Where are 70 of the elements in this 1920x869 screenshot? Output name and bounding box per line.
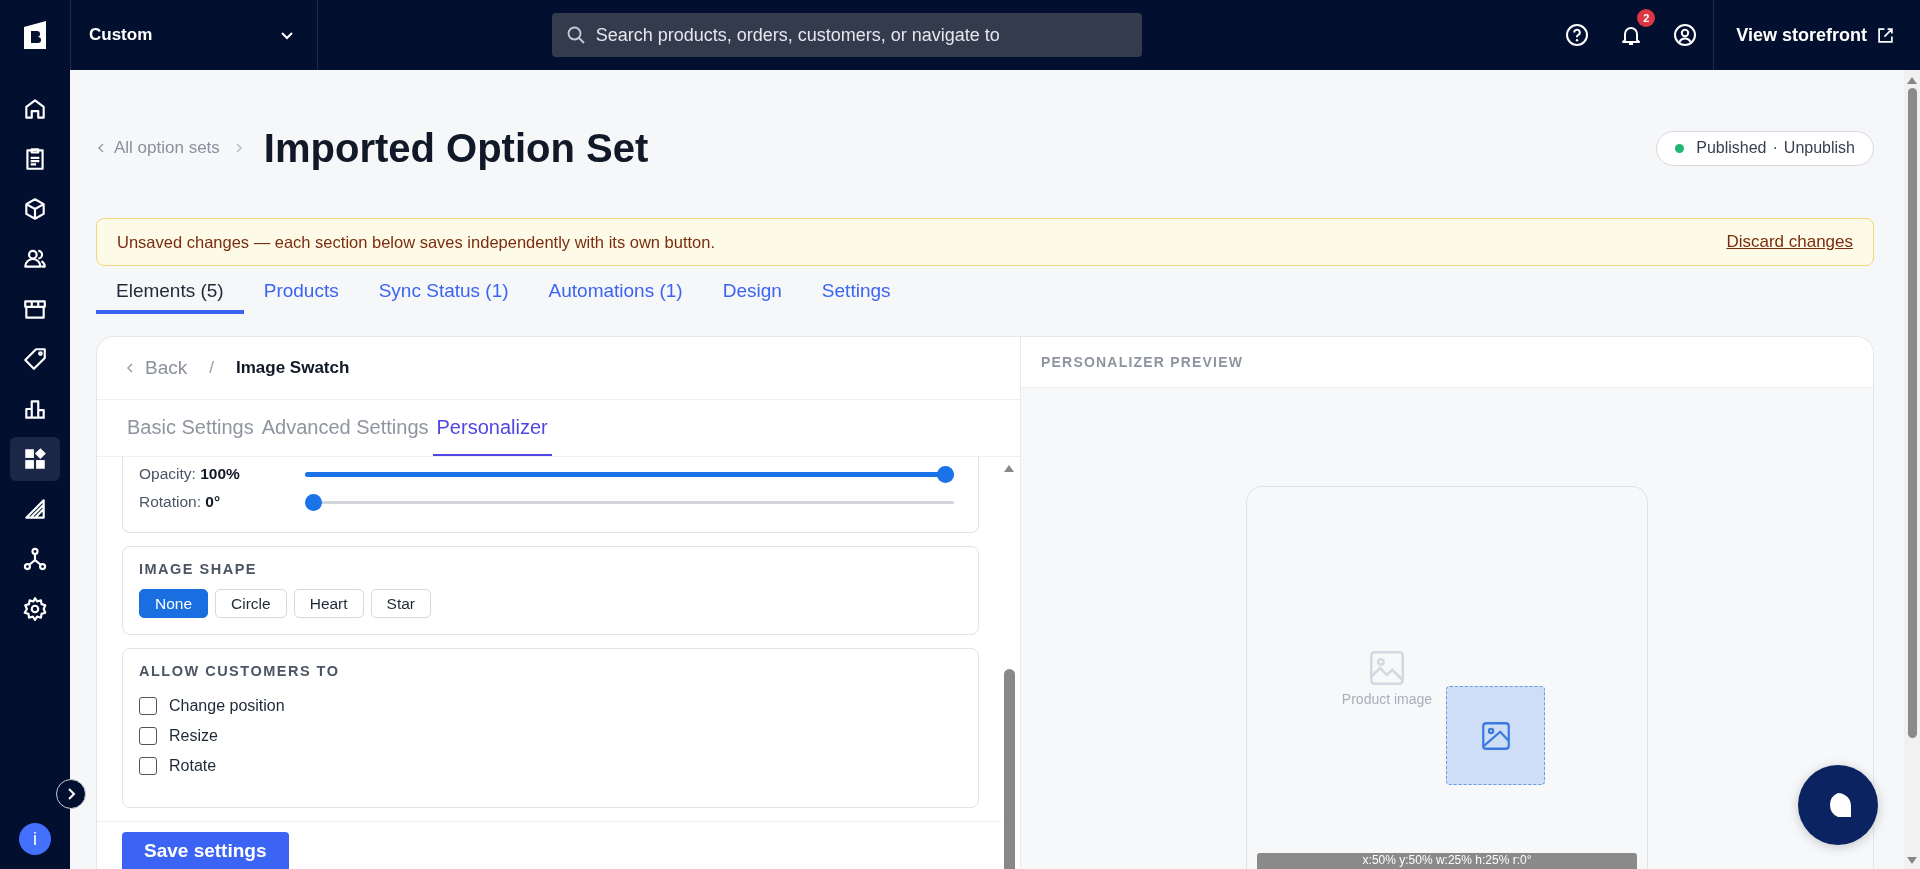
settings-icon xyxy=(22,596,48,622)
user-icon[interactable] xyxy=(1673,23,1698,47)
sub-tab[interactable]: Advanced Settings xyxy=(257,400,433,456)
chevron-left-icon xyxy=(125,361,135,375)
banner-message: Unsaved changes — each section below saves independently with its own button. xyxy=(117,232,716,252)
position-readout: x:50% y:50% w:25% h:25% r:0° xyxy=(1257,853,1637,869)
notification-badge: 2 xyxy=(1637,9,1656,27)
checkbox[interactable] xyxy=(139,757,157,775)
slider-thumb[interactable] xyxy=(937,465,954,483)
slider-thumb[interactable] xyxy=(305,493,322,511)
network-icon xyxy=(22,546,48,572)
shapes-icon xyxy=(22,446,48,472)
help-icon[interactable] xyxy=(1565,23,1590,47)
scrollbar-thumb[interactable] xyxy=(1003,669,1015,869)
triangle-icon xyxy=(22,496,48,522)
tab[interactable]: Elements (5) xyxy=(96,270,244,314)
logo-icon[interactable] xyxy=(22,21,48,49)
breadcrumb-link[interactable]: All option sets xyxy=(96,138,220,158)
slider-label: Rotation: 0° xyxy=(139,493,222,511)
scroll-up-icon[interactable] xyxy=(1907,76,1917,84)
tab[interactable]: Sync Status (1) xyxy=(358,270,529,314)
home-icon xyxy=(22,96,48,122)
search-icon xyxy=(565,25,586,45)
save-settings-button[interactable]: Save settings xyxy=(122,832,289,869)
discard-changes-link[interactable]: Discard changes xyxy=(1726,232,1853,252)
chevron-left-icon xyxy=(96,142,106,154)
scrollbar-thumb[interactable] xyxy=(1907,88,1917,738)
tab[interactable]: Products xyxy=(243,270,359,314)
section-heading: ALLOW CUSTOMERS TO xyxy=(139,663,341,679)
scroll-down-icon[interactable] xyxy=(1907,857,1917,865)
breadcrumb-separator: / xyxy=(209,358,214,378)
image-layer[interactable] xyxy=(1446,686,1545,785)
apps-nav-item[interactable] xyxy=(10,437,60,481)
shape-option[interactable]: Star xyxy=(370,589,432,618)
checkbox-label: Change position xyxy=(169,697,285,715)
tab[interactable]: Settings xyxy=(801,270,911,314)
status-pill[interactable]: Published · Unpublish xyxy=(1656,130,1874,166)
page-scrollbar[interactable] xyxy=(1904,70,1920,869)
slider-label: Opacity: 100% xyxy=(139,465,241,483)
shape-option[interactable]: Heart xyxy=(293,589,364,618)
slider[interactable] xyxy=(305,493,954,511)
section-heading: IMAGE SHAPE xyxy=(139,561,258,577)
checkbox[interactable] xyxy=(139,727,157,745)
tab[interactable]: Design xyxy=(702,270,802,314)
info-button[interactable]: i xyxy=(19,823,51,855)
element-title: Image Swatch xyxy=(236,358,350,378)
search-field[interactable]: Search products, orders, customers, or navigate to xyxy=(551,13,1142,57)
checkbox-label: Resize xyxy=(169,727,218,745)
tab[interactable]: Automations (1) xyxy=(528,270,703,314)
scroll-up-icon[interactable] xyxy=(1003,463,1015,473)
preview-heading: PERSONALIZER PREVIEW xyxy=(1021,337,1873,388)
placeholder-label: Product image xyxy=(1341,691,1433,707)
shape-option[interactable]: Circle xyxy=(215,589,287,618)
sub-tab[interactable]: Basic Settings xyxy=(123,400,258,456)
external-link-icon xyxy=(1877,26,1894,44)
page-title: Imported Option Set xyxy=(263,125,649,171)
status-label: Published xyxy=(1696,139,1767,157)
checkbox[interactable] xyxy=(139,697,157,715)
chevron-right-icon xyxy=(233,142,244,154)
separator: · xyxy=(1772,139,1778,157)
back-link[interactable]: Back xyxy=(125,357,188,379)
sub-tab[interactable]: Personalizer xyxy=(432,400,552,456)
unpublish-label: Unpublish xyxy=(1783,139,1855,157)
shape-option[interactable]: None xyxy=(139,589,209,618)
status-dot xyxy=(1675,143,1685,153)
expand-sidebar-button[interactable] xyxy=(56,779,86,809)
checkbox-label: Rotate xyxy=(169,757,217,775)
slider[interactable] xyxy=(305,465,954,483)
cube-icon xyxy=(22,196,48,222)
tag-icon xyxy=(22,346,48,372)
